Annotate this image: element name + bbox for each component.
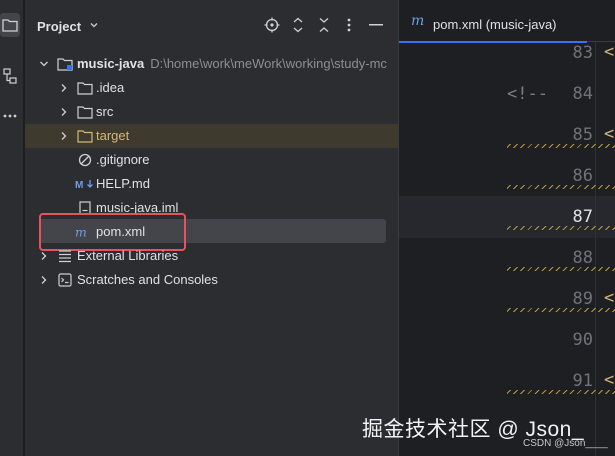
chevron-down-icon[interactable] [89, 20, 99, 30]
line-number-current: 87 [572, 207, 593, 227]
warning-underline [507, 185, 615, 189]
structure-tool-button[interactable] [0, 64, 20, 88]
tab-label: pom.xml (music-java) [433, 17, 557, 32]
tree-item-label: .gitignore [96, 152, 150, 167]
maven-icon: m [411, 13, 429, 32]
line-number: 90 [572, 330, 593, 350]
project-panel: Project music-java D:\home\work\meWork\wo… [25, 0, 398, 456]
line-number: 84 [572, 84, 593, 104]
tree-item-gitignore[interactable]: .gitignore [25, 148, 398, 172]
tree-item-idea[interactable]: .idea [25, 76, 398, 100]
collapse-all-icon[interactable] [316, 17, 332, 33]
tab-pom-xml[interactable]: m pom.xml (music-java) [399, 0, 587, 43]
tree-item-label: .idea [96, 80, 125, 95]
structure-icon [3, 68, 17, 84]
line-number: 89 [572, 289, 593, 309]
locate-file-icon[interactable] [264, 17, 280, 33]
tree-item-external-libraries[interactable]: External Libraries [25, 244, 398, 268]
tree-item-src[interactable]: src [25, 100, 398, 124]
tree-item-music-java[interactable]: music-java D:\home\work\meWork\working\st… [25, 52, 398, 76]
project-tool-button[interactable] [0, 13, 20, 37]
chevron-right-icon[interactable] [39, 275, 49, 285]
chevron-down-icon[interactable] [39, 59, 49, 69]
line-number: 88 [572, 248, 593, 268]
tree-item-help-md[interactable]: M HELP.md [25, 172, 398, 196]
warning-underline [507, 144, 615, 148]
warning-underline [507, 267, 615, 271]
hide-panel-icon[interactable] [368, 17, 384, 33]
markdown-icon: M [75, 176, 95, 192]
tree-item-scratches[interactable]: Scratches and Consoles [25, 268, 398, 292]
code-tag-bracket: < [604, 288, 615, 308]
tree-item-label: src [96, 104, 114, 119]
folder-icon [77, 104, 93, 120]
warning-underline [507, 226, 615, 230]
tree-item-label: HELP.md [96, 176, 150, 191]
expand-all-icon[interactable] [290, 17, 306, 33]
code-comment-start: <!-- [507, 84, 548, 104]
code-tag-bracket: < [604, 124, 615, 144]
line-number: 86 [572, 166, 593, 186]
tool-window-strip [0, 0, 24, 456]
tree-item-label: music-java D:\home\work\meWork\working\st… [77, 56, 387, 71]
module-folder-icon [57, 56, 73, 72]
libraries-icon [57, 248, 73, 264]
project-panel-title[interactable]: Project [37, 19, 81, 34]
svg-text:m: m [411, 13, 424, 27]
more-tools-button[interactable] [0, 104, 20, 128]
line-number: 85 [572, 125, 593, 145]
chevron-right-icon[interactable] [59, 83, 69, 93]
chevron-right-icon[interactable] [39, 251, 49, 261]
excluded-folder-icon [77, 128, 93, 144]
tree-item-label: Scratches and Consoles [77, 272, 218, 287]
warning-underline [507, 390, 615, 394]
watermark-subtext: CSDN @Json____ [523, 438, 608, 449]
options-icon[interactable] [341, 17, 357, 33]
code-tag-bracket: < [604, 42, 615, 62]
chevron-right-icon[interactable] [59, 107, 69, 117]
tree-item-target[interactable]: target [25, 124, 398, 148]
gitignore-icon [77, 152, 93, 168]
line-number: 83 [572, 43, 593, 63]
project-panel-header: Project [25, 0, 398, 50]
chevron-right-icon[interactable] [59, 131, 69, 141]
project-path: D:\home\work\meWork\working\study-mc [150, 56, 387, 71]
line-number: 91 [572, 371, 593, 391]
editor-area: m pom.xml (music-java) 83 84 85 86 87 88… [398, 0, 615, 456]
svg-text:M: M [75, 180, 83, 190]
tree-item-label: External Libraries [77, 248, 179, 263]
editor-tab-bar: m pom.xml (music-java) [399, 0, 615, 43]
scratches-icon [57, 272, 73, 288]
folder-icon [2, 19, 18, 32]
folder-icon [77, 80, 93, 96]
warning-underline [507, 308, 615, 312]
more-icon [3, 114, 17, 118]
tree-item-label: target [96, 128, 130, 143]
code-tag-bracket: < [604, 370, 615, 390]
